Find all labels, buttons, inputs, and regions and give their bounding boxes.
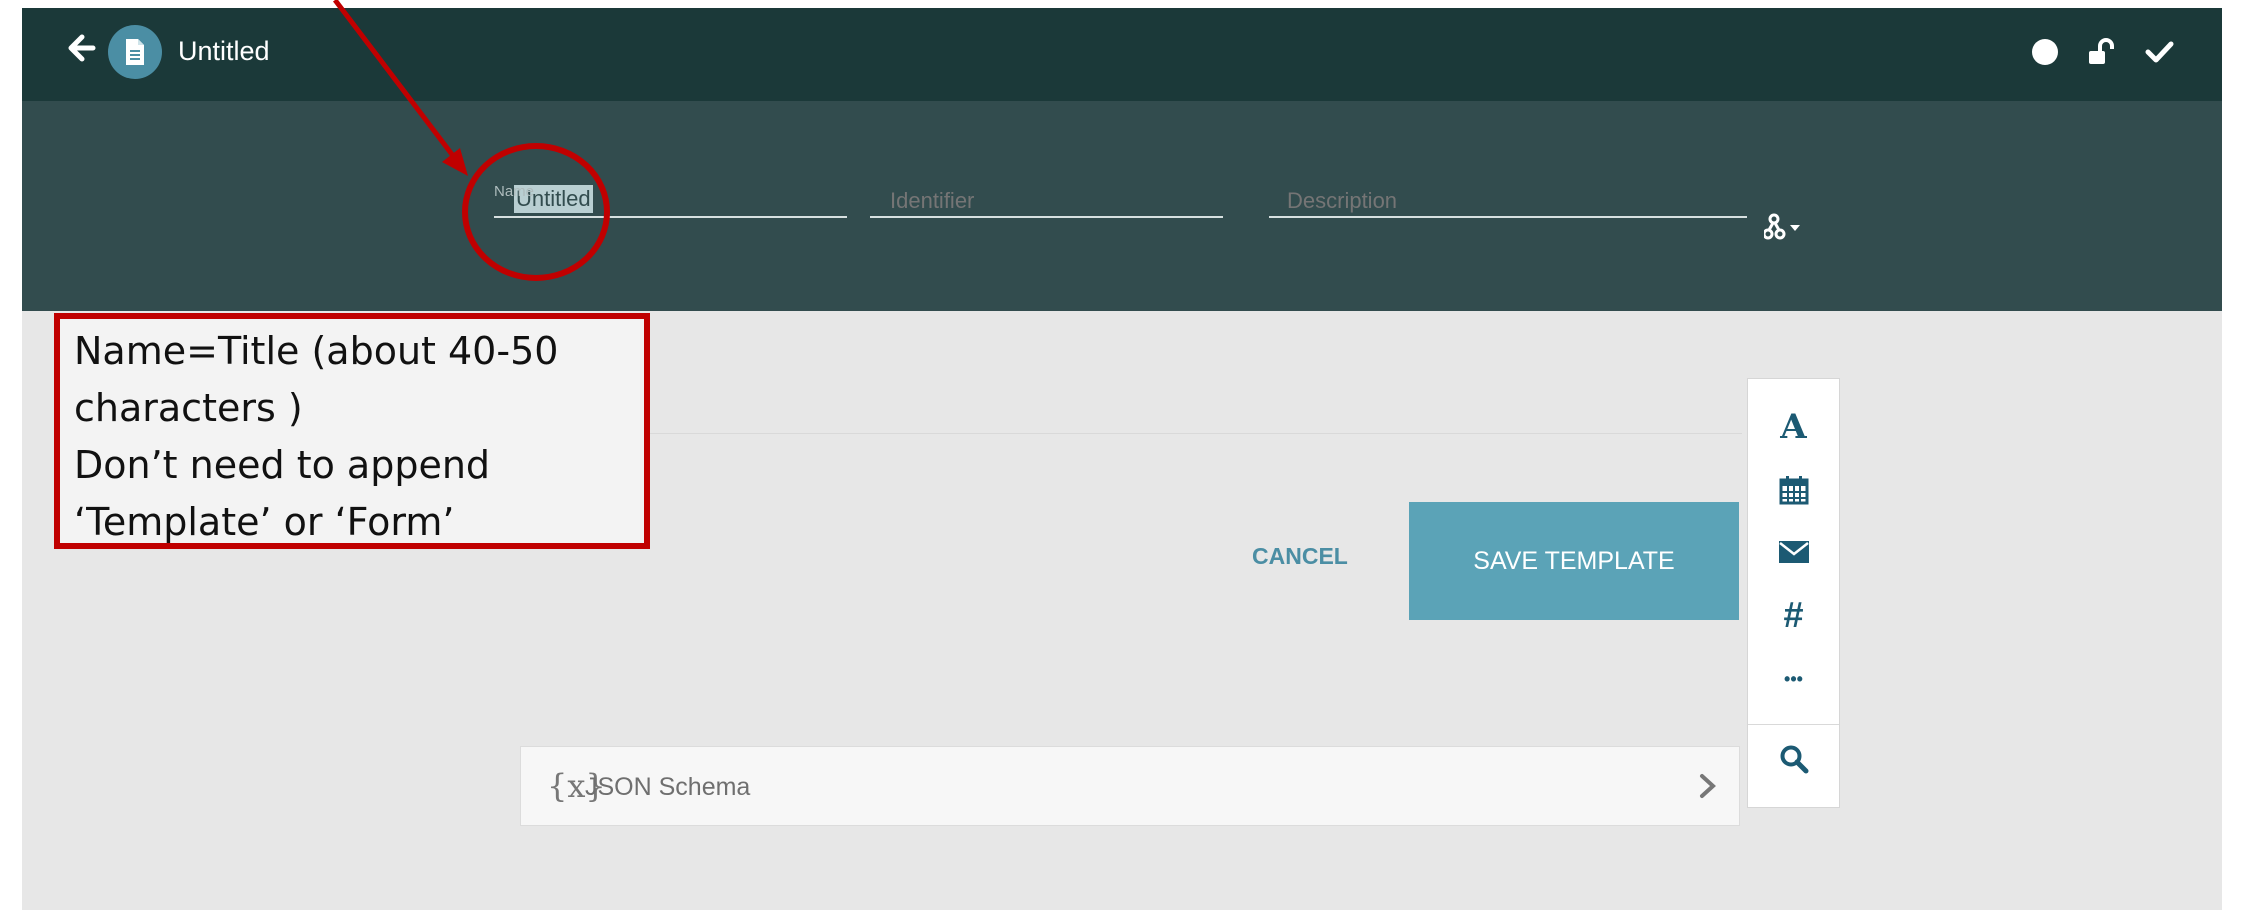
- chevron-right-icon[interactable]: [1697, 771, 1719, 801]
- annotation-line: ‘Template’ or ‘Form’: [74, 500, 455, 544]
- circle-icon[interactable]: [2032, 39, 2058, 65]
- back-arrow-icon[interactable]: [66, 33, 96, 63]
- palette-divider: [1748, 724, 1839, 725]
- more-icon[interactable]: •••: [1748, 669, 1839, 690]
- email-icon[interactable]: [1748, 539, 1839, 570]
- calendar-icon[interactable]: [1748, 474, 1839, 511]
- identifier-input[interactable]: [890, 188, 1210, 214]
- name-field[interactable]: Untitled: [494, 168, 847, 218]
- identifier-field[interactable]: [870, 168, 1223, 218]
- field-type-palette: A # •••: [1747, 378, 1840, 808]
- annotation-line: Don’t need to append: [74, 443, 491, 487]
- save-template-button[interactable]: SAVE TEMPLATE: [1409, 502, 1739, 620]
- unlock-icon[interactable]: [2086, 37, 2116, 67]
- description-input[interactable]: [1287, 188, 1727, 214]
- search-icon[interactable]: [1748, 744, 1839, 779]
- name-field-label: Name: [494, 183, 535, 200]
- text-field-icon[interactable]: A: [1748, 407, 1839, 447]
- cancel-button[interactable]: CANCEL: [1252, 543, 1348, 570]
- json-schema-panel[interactable]: {x} JSON Schema: [520, 746, 1740, 826]
- top-bar: Untitled: [22, 8, 2222, 101]
- screenshot: Untitled Untitled Name: [0, 0, 2244, 910]
- json-schema-label: JSON Schema: [585, 773, 751, 801]
- annotation-line: Name=Title (about 40-50: [74, 329, 559, 373]
- annotation-callout: Name=Title (about 40-50 characters ) Don…: [54, 313, 650, 549]
- annotation-line: characters ): [74, 386, 303, 430]
- document-icon: [108, 25, 162, 79]
- sitemap-dropdown-icon[interactable]: [1764, 213, 1804, 243]
- number-field-icon[interactable]: #: [1748, 594, 1839, 636]
- top-actions: [2032, 36, 2174, 68]
- divider: [542, 433, 1742, 434]
- template-title: Untitled: [178, 36, 270, 66]
- description-field[interactable]: [1269, 168, 1747, 218]
- checkmark-icon[interactable]: [2144, 37, 2174, 67]
